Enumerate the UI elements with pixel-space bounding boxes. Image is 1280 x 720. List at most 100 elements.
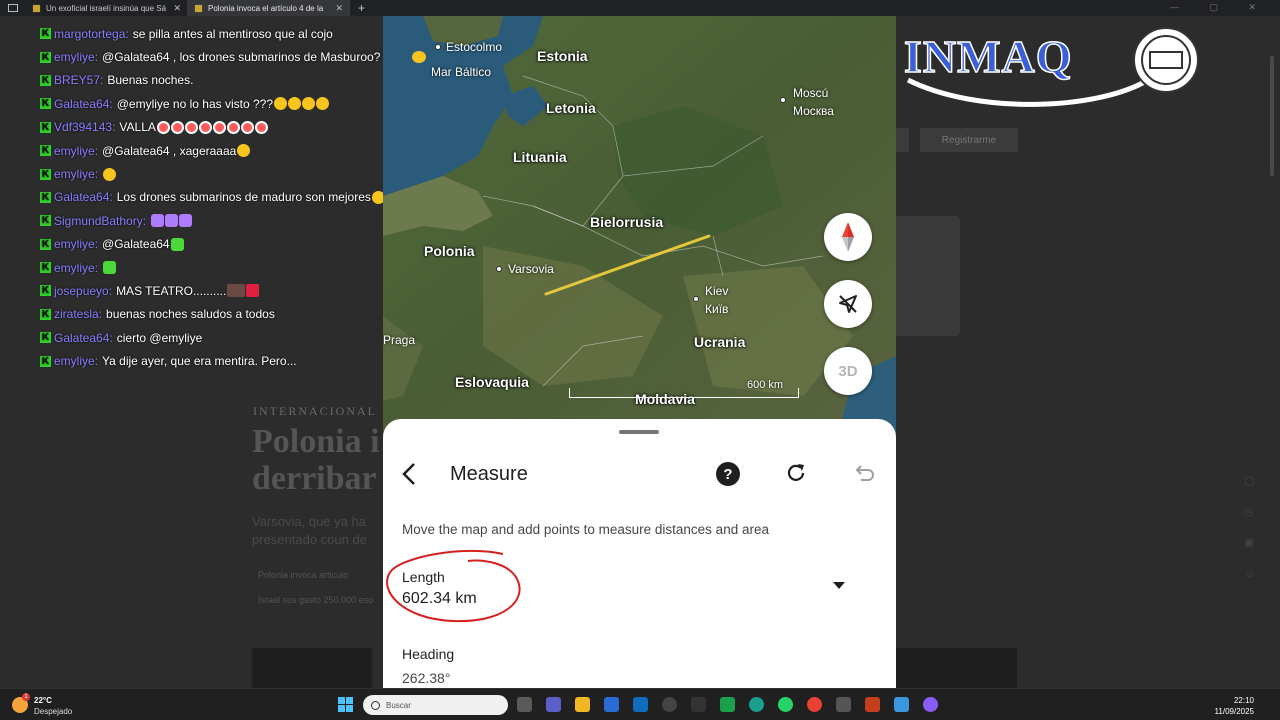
register-button[interactable]: Registrarme xyxy=(920,128,1018,152)
tab-label: Polonia invoca el artículo 4 de la xyxy=(208,3,324,13)
chat-text: buenas noches saludos a todos xyxy=(106,307,275,322)
location-off-button[interactable] xyxy=(824,280,872,328)
teams-icon[interactable] xyxy=(546,697,561,712)
page-scrollbar[interactable] xyxy=(1270,56,1274,176)
chat-text: Buenas noches. xyxy=(107,73,194,88)
chat-text: se pilla antes al mentiroso que al cojo xyxy=(132,26,333,41)
3d-toggle-button[interactable]: 3D xyxy=(824,347,872,395)
emote-icon xyxy=(165,214,179,228)
app-icon[interactable] xyxy=(691,697,706,712)
chat-username[interactable]: margotortega xyxy=(54,27,129,41)
chrome-icon[interactable] xyxy=(807,697,822,712)
chat-username[interactable]: ziratesla xyxy=(54,307,102,321)
close-icon[interactable]: ✕ xyxy=(173,3,181,14)
chat-text: @Galatea64 xyxy=(102,237,170,252)
sea-label: Mar Báltico xyxy=(431,65,492,79)
chat-username[interactable]: emyliye xyxy=(54,167,98,181)
drag-handle[interactable] xyxy=(619,430,659,434)
article-kicker: INTERNACIONAL xyxy=(253,404,377,418)
unit-dropdown-icon[interactable] xyxy=(833,582,845,589)
taskbar-search[interactable]: Buscar xyxy=(363,695,508,715)
chat-username[interactable]: BREY57 xyxy=(54,73,103,87)
login-button[interactable] xyxy=(895,128,909,152)
chat-text: Los drones submarinos de maduro son mejo… xyxy=(116,190,371,205)
chat-username[interactable]: emyliye xyxy=(54,354,98,368)
whatsapp-icon[interactable] xyxy=(778,697,793,712)
annotation-circle xyxy=(386,549,521,623)
search-icon xyxy=(371,700,380,710)
outlook-icon[interactable] xyxy=(633,697,648,712)
chat-username[interactable]: emyliye xyxy=(54,50,98,64)
chat-username[interactable]: Galatea64 xyxy=(54,331,113,345)
city-marker xyxy=(693,296,699,302)
emote-icon xyxy=(240,120,254,134)
app-icon[interactable] xyxy=(662,697,677,712)
camtasia-icon[interactable] xyxy=(720,697,735,712)
back-arrow-icon[interactable] xyxy=(399,461,421,487)
emote-icon xyxy=(288,97,301,111)
city-label: Москва xyxy=(793,104,834,118)
share-icons[interactable]: ▢ ◷ ▣ ☺ xyxy=(1244,466,1255,590)
emote-icon xyxy=(316,97,329,111)
chat-username[interactable]: emyliye xyxy=(54,261,98,275)
article-bullet[interactable]: Israel sus gasto 250.000 eso xyxy=(258,595,383,605)
start-button[interactable] xyxy=(338,697,353,712)
clock-time: 22:10 xyxy=(1233,696,1254,705)
chat-username[interactable]: Galatea64 xyxy=(54,190,113,204)
store-icon[interactable] xyxy=(604,697,619,712)
tab-exoficial[interactable]: Un exoficial israelí insinúa que Sá ✕ xyxy=(26,0,188,16)
powerpoint-icon[interactable] xyxy=(865,697,880,712)
kick-badge-icon: K xyxy=(40,191,51,203)
emote-icon xyxy=(151,214,165,228)
3d-label: 3D xyxy=(838,362,858,380)
article-subtitle: presentado coun de xyxy=(252,532,367,547)
app-icon[interactable] xyxy=(894,697,909,712)
chat-text: cierto @emyliye xyxy=(116,330,203,345)
city-label: Kiev xyxy=(705,284,729,298)
kick-badge-icon: K xyxy=(40,332,51,344)
close-icon[interactable]: ✕ xyxy=(335,3,343,14)
chat-text: MAS TEATRO.......... xyxy=(116,283,227,298)
kick-badge-icon: K xyxy=(40,215,51,227)
task-view-icon[interactable] xyxy=(517,697,532,712)
file-explorer-icon[interactable] xyxy=(575,697,590,712)
refresh-icon[interactable] xyxy=(784,461,808,485)
city-marker xyxy=(435,44,441,50)
chat-username[interactable]: josepueyo xyxy=(54,284,112,298)
chat-username[interactable]: emyliye xyxy=(54,237,98,251)
chat-username[interactable]: Galatea64 xyxy=(54,97,113,111)
measure-panel: Measure ? Move the map and add points to… xyxy=(383,419,896,688)
country-label: Ucrania xyxy=(694,334,746,350)
obs-icon[interactable] xyxy=(923,697,938,712)
chat-username[interactable]: emyliye xyxy=(54,144,98,158)
compass-icon xyxy=(842,222,854,252)
help-icon[interactable]: ? xyxy=(716,462,740,486)
app-icon[interactable] xyxy=(836,697,851,712)
window-controls[interactable]: — ▢ ✕ xyxy=(1170,2,1270,13)
undo-icon[interactable] xyxy=(851,461,875,485)
system-clock[interactable]: 22:10 11/09/2025 xyxy=(1215,695,1254,717)
weather-condition: Despejado xyxy=(34,707,73,716)
notification-badge: 1 xyxy=(22,693,30,701)
clock-date: 11/09/2025 xyxy=(1214,707,1254,716)
article-bullet[interactable]: Polonia invoca articulo xyxy=(258,570,383,580)
panel-title: Measure xyxy=(450,463,528,485)
article-photo xyxy=(895,216,960,336)
location-off-icon xyxy=(839,295,857,313)
compass-button[interactable] xyxy=(824,213,872,261)
emote-icon xyxy=(412,51,426,63)
channel-logo: INMAQ xyxy=(903,27,1199,107)
tab-polonia[interactable]: Polonia invoca el artículo 4 de la ✕ xyxy=(188,0,350,16)
newspaper-icon xyxy=(32,4,41,12)
weather-widget[interactable]: 1 22°C Despejado xyxy=(12,693,102,717)
city-marker xyxy=(496,266,502,272)
chat-text: Ya dije ayer, que era mentira. Pero... xyxy=(102,354,297,369)
chat-text: @Galatea64 , los drones submarinos de Ma… xyxy=(102,50,400,65)
chat-username[interactable]: Vdf394143 xyxy=(54,120,115,134)
window-menu-icon[interactable] xyxy=(8,4,18,12)
new-tab-button[interactable]: + xyxy=(350,1,373,15)
chat-username[interactable]: SigmundBathory xyxy=(54,214,146,228)
weather-temp: 22°C xyxy=(34,696,52,705)
edge-icon[interactable] xyxy=(749,697,764,712)
article-subtitle: Varsovia, que ya ha xyxy=(252,514,366,529)
